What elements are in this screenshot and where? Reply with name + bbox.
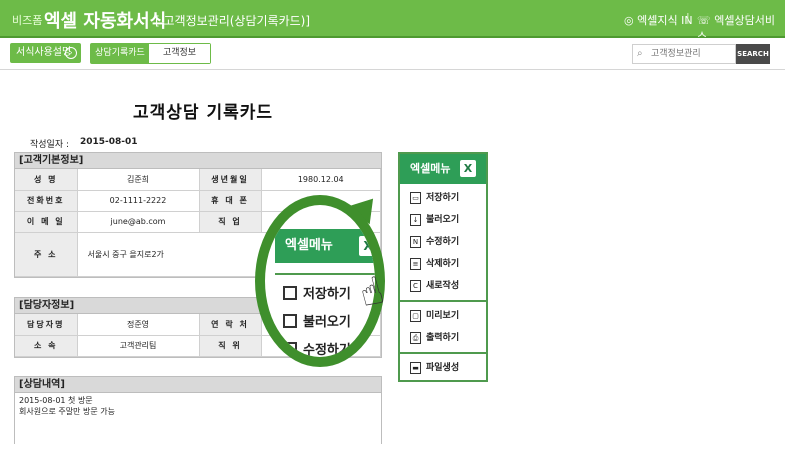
excel-menu-group-file: ▬ 파일생성	[400, 354, 486, 382]
dept-value[interactable]: 고객관리팀	[77, 335, 200, 357]
phone-label: 전화번호	[15, 190, 78, 212]
date-label: 작성일자 :	[30, 140, 70, 150]
manager-name-label: 담당자명	[15, 314, 78, 336]
customer-info-heading: [고객기본정보]	[15, 153, 381, 169]
load-button[interactable]: ↓ 불러오기	[400, 209, 486, 231]
create-file-button[interactable]: ▬ 파일생성	[400, 357, 486, 379]
consult-section: [상담내역] 2015-08-01 첫 방문 회사원으로 주말만 방문 가능	[14, 376, 382, 444]
email-label: 이 메 일	[15, 211, 78, 233]
tab-customer-info[interactable]: 고객정보	[149, 44, 210, 63]
excel-menu-panel: 엑셀메뉴 X ▭ 저장하기 ↓ 불러오기 N 수정하기 ≡ 삭제하기 C 새로작성 ▢ 미리…	[398, 152, 488, 382]
date-value[interactable]: 2015-08-01	[80, 137, 138, 147]
zoom-load-label: 불러오기	[303, 315, 351, 330]
excel-menu-title: 엑셀메뉴	[410, 162, 451, 175]
name-label: 성 명	[15, 169, 78, 191]
usage-guide-label: 서식사용설명	[16, 47, 72, 58]
delete-button[interactable]: ≡ 삭제하기	[400, 253, 486, 275]
create-file-label: 파일생성	[426, 363, 460, 373]
save-icon: ▭	[410, 192, 421, 204]
birth-value[interactable]: 1980.12.04	[261, 169, 381, 191]
usage-guide-button[interactable]: 서식사용설명 ›	[10, 43, 81, 63]
birth-label: 생년월일	[199, 169, 262, 191]
excel-knowledge-link[interactable]: ◎ 엑셀지식 IN	[624, 12, 693, 28]
edit-button[interactable]: N 수정하기	[400, 231, 486, 253]
save-icon	[283, 286, 297, 300]
new-doc-icon: C	[410, 280, 421, 292]
top-header: 비즈폼 엑셀 자동화서식 [ 고객정보관리(상담기록카드)] ◎ 엑셀지식 IN…	[0, 0, 785, 43]
folder-icon: ▬	[410, 362, 421, 374]
mobile-label: 휴 대 폰	[199, 190, 262, 212]
tab-group: 상담기록카드 고객정보	[90, 43, 211, 64]
job-label: 직 업	[199, 211, 262, 233]
edit-icon	[283, 342, 297, 356]
print-icon: ⎙	[410, 332, 421, 344]
load-icon: ↓	[410, 214, 421, 226]
brand-small: 비즈폼	[12, 14, 43, 27]
page-subtitle: [ 고객정보관리(상담기록카드)]	[155, 14, 311, 28]
address-label: 주 소	[15, 232, 78, 277]
save-button[interactable]: ▭ 저장하기	[400, 187, 486, 209]
delete-label: 삭제하기	[426, 259, 460, 269]
excel-menu-group-print: ▢ 미리보기 ⎙ 출력하기	[400, 302, 486, 354]
phone-value[interactable]: 02-1111-2222	[77, 190, 200, 212]
consult-memo[interactable]: 2015-08-01 첫 방문 회사원으로 주말만 방문 가능	[15, 393, 381, 419]
search-box: ⌕	[632, 44, 736, 64]
print-button[interactable]: ⎙ 출력하기	[400, 327, 486, 349]
search-input[interactable]	[651, 47, 733, 61]
print-label: 출력하기	[426, 333, 460, 343]
preview-icon: ▢	[410, 310, 421, 322]
consult-heading: [상담내역]	[15, 377, 381, 393]
zoom-load-item: 불러오기	[283, 311, 351, 330]
load-label: 불러오기	[426, 215, 460, 225]
preview-label: 미리보기	[426, 311, 460, 321]
zoom-save-label: 저장하기	[303, 287, 351, 302]
sub-toolbar: 서식사용설명 › 상담기록카드 고객정보 ⌕ SEARCH	[0, 38, 785, 70]
header-separator: |	[686, 11, 690, 24]
new-label: 새로작성	[426, 281, 460, 291]
new-button[interactable]: C 새로작성	[400, 275, 486, 297]
contact-label: 연 락 처	[199, 314, 262, 336]
zoom-menu-header: 엑셀메뉴 X	[275, 229, 375, 263]
manager-name-value[interactable]: 정준영	[77, 314, 200, 336]
edit-icon: N	[410, 236, 421, 248]
chevron-right-icon: ›	[65, 47, 77, 59]
consult-line: 2015-08-01 첫 방문	[19, 396, 93, 405]
excel-menu-group-main: ▭ 저장하기 ↓ 불러오기 N 수정하기 ≡ 삭제하기 C 새로작성	[400, 184, 486, 302]
excel-logo-icon: X	[460, 160, 476, 177]
consult-line: 회사원으로 주말만 방문 가능	[19, 407, 115, 416]
email-value[interactable]: june@ab.com	[77, 211, 200, 233]
preview-button[interactable]: ▢ 미리보기	[400, 305, 486, 327]
dept-label: 소 속	[15, 335, 78, 357]
save-label: 저장하기	[426, 193, 460, 203]
excel-logo-icon: X	[359, 236, 375, 256]
search-icon: ⌕	[637, 48, 643, 59]
excel-menu-header: 엑셀메뉴 X	[400, 154, 486, 184]
position-label: 직 위	[199, 335, 262, 357]
edit-label: 수정하기	[426, 237, 460, 247]
zoom-edit-label: 수정하기	[303, 343, 351, 358]
trash-icon: ≡	[410, 258, 421, 270]
tab-consult-card[interactable]: 상담기록카드	[91, 44, 149, 63]
name-value[interactable]: 김준희	[77, 169, 200, 191]
zoom-save-item: 저장하기	[283, 283, 351, 302]
app-title: 엑셀 자동화서식	[44, 11, 167, 32]
zoom-edit-item: 수정하기	[283, 339, 351, 358]
zoom-menu-title: 엑셀메뉴	[285, 238, 333, 253]
document-title: 고객상담 기록카드	[133, 103, 274, 123]
load-icon	[283, 314, 297, 328]
search-button[interactable]: SEARCH	[736, 44, 770, 64]
